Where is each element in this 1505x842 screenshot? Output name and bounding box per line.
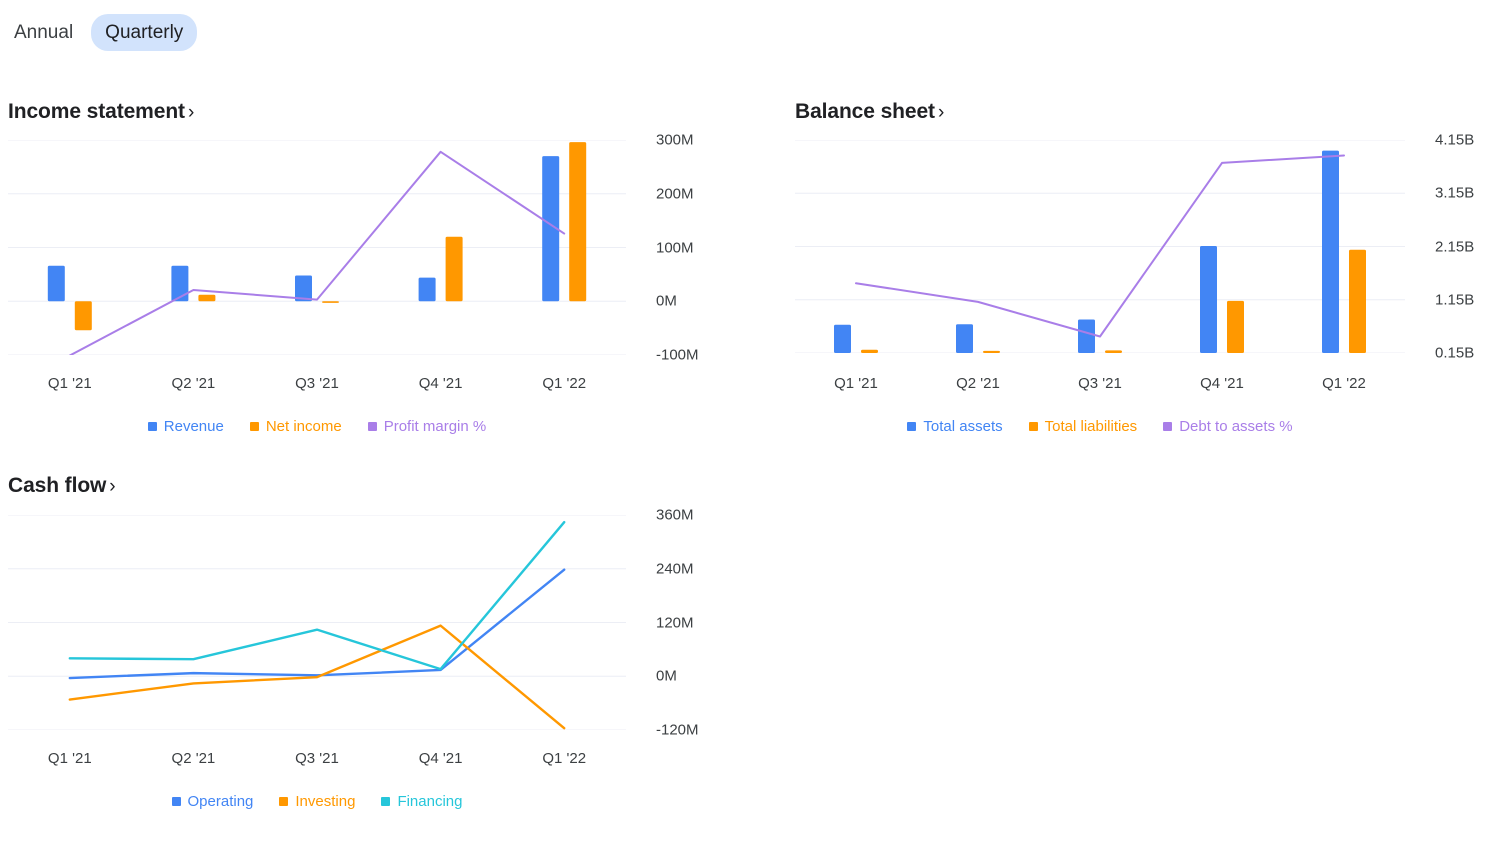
legend-label: Operating bbox=[187, 793, 254, 810]
x-axis-tick: Q1 '22 bbox=[1322, 375, 1366, 392]
legend-label: Investing bbox=[295, 793, 356, 810]
legend-item-net-income[interactable]: Net income bbox=[249, 418, 342, 435]
legend-swatch-icon bbox=[367, 422, 377, 431]
period-toggle[interactable]: Annual Quarterly bbox=[0, 14, 198, 51]
balance-sheet-heading[interactable]: Balance sheet › bbox=[795, 100, 944, 124]
legend-swatch-icon bbox=[249, 422, 259, 431]
bar-total-liabilities-2 bbox=[1105, 350, 1122, 353]
line-operating bbox=[68, 568, 566, 680]
legend-label: Profit margin % bbox=[383, 418, 487, 435]
y-axis-tick: 2.15B bbox=[1435, 238, 1475, 255]
legend-item-total-assets[interactable]: Total assets bbox=[907, 418, 1003, 435]
bar-revenue-1 bbox=[171, 265, 189, 302]
y-axis-tick: 200M bbox=[656, 185, 694, 203]
y-axis-tick: -100M bbox=[656, 346, 699, 364]
x-axis-tick: Q1 '22 bbox=[542, 375, 587, 392]
bar-total-assets-2 bbox=[1078, 319, 1095, 353]
y-axis-tick: 0.15B bbox=[1435, 344, 1475, 362]
legend-swatch-icon bbox=[147, 422, 157, 431]
y-axis-tick: 100M bbox=[656, 239, 694, 256]
legend-swatch-icon bbox=[1163, 422, 1173, 431]
x-axis-tick: Q4 '21 bbox=[418, 750, 463, 767]
balance-sheet-title: Balance sheet bbox=[795, 100, 935, 123]
chevron-right-icon: › bbox=[187, 102, 195, 123]
bar-revenue-0 bbox=[47, 265, 65, 302]
y-axis-tick: 0M bbox=[656, 667, 677, 685]
x-axis-tick: Q1 '22 bbox=[542, 750, 587, 767]
cash-flow-title: Cash flow bbox=[8, 474, 107, 497]
x-axis-tick: Q3 '21 bbox=[295, 750, 339, 767]
legend-label: Financing bbox=[397, 793, 463, 810]
y-axis-tick: 300M bbox=[656, 131, 694, 149]
legend-label: Total assets bbox=[923, 418, 1003, 435]
bar-total-liabilities-3 bbox=[1227, 300, 1244, 353]
y-axis-tick: -120M bbox=[656, 721, 699, 739]
bar-total-assets-1 bbox=[956, 324, 973, 353]
chart-legend: Revenue Net income Profit margin % bbox=[8, 418, 626, 435]
legend-swatch-icon bbox=[381, 797, 391, 806]
x-axis-tick: Q1 '21 bbox=[47, 750, 92, 767]
x-axis-tick: Q4 '21 bbox=[418, 375, 463, 392]
legend-label: Revenue bbox=[163, 418, 224, 435]
y-axis-tick: 120M bbox=[656, 614, 694, 631]
bar-total-liabilities-0 bbox=[861, 349, 878, 353]
bar-revenue-3 bbox=[418, 277, 436, 302]
y-axis-tick: 0M bbox=[656, 292, 677, 310]
x-axis-tick: Q1 '21 bbox=[47, 375, 92, 392]
bar-net-income-2 bbox=[322, 301, 339, 303]
bar-total-liabilities-1 bbox=[983, 350, 1000, 353]
y-axis-tick: 240M bbox=[656, 560, 694, 578]
bar-net-income-0 bbox=[74, 301, 92, 331]
legend-label: Debt to assets % bbox=[1179, 418, 1293, 435]
chart-legend: Total assets Total liabilities Debt to ass… bbox=[795, 418, 1405, 435]
bar-total-liabilities-4 bbox=[1349, 249, 1366, 353]
legend-swatch-icon bbox=[1028, 422, 1038, 431]
x-axis-tick: Q3 '21 bbox=[1078, 375, 1122, 392]
line-debt-to-assets- bbox=[855, 154, 1345, 338]
legend-item-financing[interactable]: Financing bbox=[381, 793, 462, 810]
line-profit-margin- bbox=[68, 150, 566, 355]
bar-total-assets-0 bbox=[834, 324, 851, 353]
legend-item-revenue[interactable]: Revenue bbox=[147, 418, 224, 435]
y-axis-tick: 360M bbox=[656, 506, 694, 524]
income-statement-heading[interactable]: Income statement › bbox=[8, 100, 194, 124]
bar-total-assets-3 bbox=[1200, 245, 1217, 353]
chevron-right-icon: › bbox=[109, 476, 116, 497]
line-financing bbox=[68, 520, 566, 671]
y-axis-tick: 3.15B bbox=[1435, 184, 1475, 202]
legend-label: Net income bbox=[265, 418, 342, 435]
legend-item-profit-margin-[interactable]: Profit margin % bbox=[367, 418, 487, 435]
bar-net-income-1 bbox=[198, 294, 216, 302]
chart-legend: Operating Investing Financing bbox=[8, 793, 626, 810]
period-tab-quarterly[interactable]: Quarterly bbox=[91, 14, 198, 51]
legend-swatch-icon bbox=[171, 797, 181, 806]
legend-item-investing[interactable]: Investing bbox=[279, 793, 355, 810]
x-axis-tick: Q1 '21 bbox=[834, 375, 878, 392]
bar-net-income-3 bbox=[445, 236, 463, 302]
y-axis-tick: 1.15B bbox=[1435, 291, 1475, 309]
cash-flow-heading[interactable]: Cash flow › bbox=[8, 474, 116, 498]
legend-item-total-liabilities[interactable]: Total liabilities bbox=[1028, 418, 1138, 435]
x-axis-tick: Q2 '21 bbox=[171, 750, 216, 767]
line-investing bbox=[68, 624, 566, 730]
legend-label: Total liabilities bbox=[1044, 418, 1138, 435]
bar-net-income-4 bbox=[569, 142, 587, 302]
x-axis-tick: Q4 '21 bbox=[1200, 375, 1244, 392]
period-tab-annual[interactable]: Annual bbox=[0, 14, 87, 51]
chevron-right-icon: › bbox=[937, 102, 945, 123]
income-statement-title: Income statement bbox=[8, 100, 185, 123]
legend-swatch-icon bbox=[907, 422, 917, 431]
x-axis-tick: Q2 '21 bbox=[956, 375, 1000, 392]
bar-total-assets-4 bbox=[1322, 150, 1339, 353]
legend-item-debt-to-assets-[interactable]: Debt to assets % bbox=[1163, 418, 1293, 435]
legend-item-operating[interactable]: Operating bbox=[171, 793, 254, 810]
x-axis-tick: Q3 '21 bbox=[295, 375, 339, 392]
x-axis-tick: Q2 '21 bbox=[171, 375, 216, 392]
legend-swatch-icon bbox=[279, 797, 289, 806]
y-axis-tick: 4.15B bbox=[1435, 131, 1475, 149]
